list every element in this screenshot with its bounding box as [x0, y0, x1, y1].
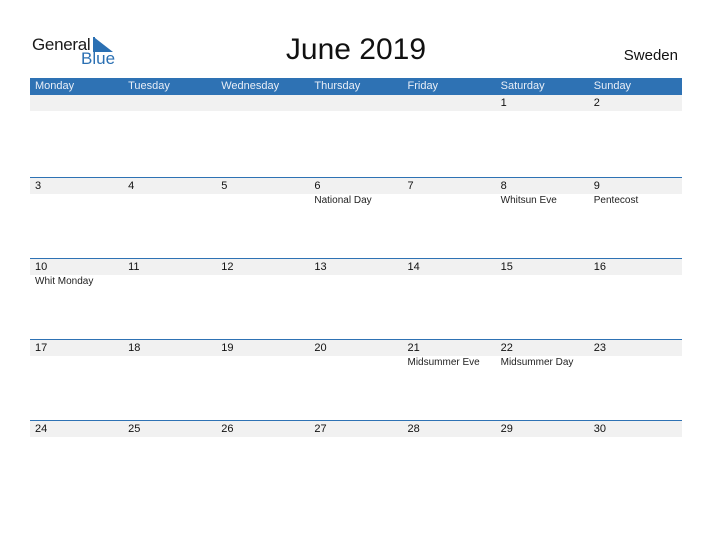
day-number-band: 3 4 5 6 7 8 9 — [30, 178, 682, 194]
day-number: 25 — [128, 423, 141, 435]
holiday-label: Whit Monday — [35, 276, 94, 287]
holiday-label — [216, 275, 309, 289]
day-number: 22 — [500, 342, 513, 354]
day-number: 19 — [221, 342, 234, 354]
holiday-label: National Day — [314, 195, 372, 206]
holiday-label — [589, 275, 682, 289]
day-number — [309, 95, 402, 111]
holiday-row: National Day Whitsun Eve Pentecost — [30, 194, 682, 208]
day-number: 5 — [221, 180, 228, 192]
day-number: 17 — [35, 342, 48, 354]
weekday-sunday: Sunday — [593, 80, 632, 92]
day-number: 8 — [500, 180, 507, 192]
weekday-thursday: Thursday — [314, 80, 361, 92]
day-number — [216, 95, 309, 111]
holiday-label — [123, 356, 216, 370]
day-number: 24 — [35, 423, 48, 435]
holiday-row: Midsummer Eve Midsummer Day — [30, 356, 682, 370]
holiday-label: Pentecost — [593, 195, 639, 206]
day-number-band: 10 11 12 13 14 15 16 — [30, 259, 682, 275]
weekday-saturday: Saturday — [500, 80, 545, 92]
day-number: 13 — [314, 261, 327, 273]
calendar-title: June 2019 — [285, 33, 427, 66]
day-number-band: 17 18 19 20 21 22 23 — [30, 340, 682, 356]
day-number: 29 — [500, 423, 513, 435]
day-number: 12 — [221, 261, 234, 273]
day-number: 18 — [128, 342, 141, 354]
day-number: 20 — [314, 342, 327, 354]
day-number — [403, 95, 496, 111]
day-number: 28 — [407, 423, 420, 435]
weekday-wednesday: Wednesday — [221, 80, 280, 92]
day-number: 21 — [407, 342, 420, 354]
holiday-label — [30, 194, 123, 208]
day-number: 1 — [500, 97, 507, 109]
holiday-row: Whit Monday — [30, 275, 682, 289]
country-label: Sweden — [623, 47, 678, 64]
day-number: 4 — [128, 180, 135, 192]
day-number: 15 — [500, 261, 513, 273]
day-number: 26 — [221, 423, 234, 435]
day-number-band: 12 — [30, 95, 682, 111]
holiday-label: Midsummer Day — [500, 357, 574, 368]
week-row: 17 18 19 20 21 22 23 Midsummer Eve Midsummer Day — [30, 339, 682, 370]
week-row: 3 4 5 6 7 8 9 National Day Whitsun Eve Pentecost — [30, 177, 682, 208]
day-number-band: 24 25 26 27 28 29 30 — [30, 421, 682, 437]
day-number: 7 — [407, 180, 414, 192]
day-number: 6 — [314, 180, 321, 192]
weekday-header: Monday Tuesday Wednesday Thursday Friday… — [30, 78, 682, 95]
day-number: 9 — [593, 180, 600, 192]
holiday-label — [403, 275, 496, 289]
day-number: 10 — [35, 261, 48, 273]
holiday-label — [309, 356, 402, 370]
week-row: 10 11 12 13 14 15 16 Whit Monday — [30, 258, 682, 289]
day-number: 14 — [407, 261, 420, 273]
weekday-monday: Monday — [35, 80, 75, 92]
day-number — [123, 95, 216, 111]
day-number: 23 — [593, 342, 606, 354]
holiday-label: Whitsun Eve — [500, 195, 557, 206]
holiday-label — [403, 194, 496, 208]
week-row: 12 — [30, 95, 682, 111]
weekday-tuesday: Tuesday — [128, 80, 170, 92]
holiday-label — [123, 194, 216, 208]
weekday-friday: Friday — [407, 80, 439, 92]
holiday-label — [309, 275, 402, 289]
holiday-label — [30, 356, 123, 370]
holiday-label — [216, 194, 309, 208]
day-number: 16 — [593, 261, 606, 273]
day-number: 3 — [35, 180, 42, 192]
holiday-label: Midsummer Eve — [407, 357, 480, 368]
holiday-label — [123, 275, 216, 289]
holiday-label — [496, 275, 589, 289]
holiday-label — [216, 356, 309, 370]
day-number: 27 — [314, 423, 327, 435]
day-number: 11 — [128, 261, 140, 273]
day-number — [30, 95, 123, 111]
week-row: 24 25 26 27 28 29 30 — [30, 420, 682, 437]
holiday-label — [589, 356, 682, 370]
day-number: 30 — [593, 423, 606, 435]
day-number: 2 — [593, 97, 600, 109]
